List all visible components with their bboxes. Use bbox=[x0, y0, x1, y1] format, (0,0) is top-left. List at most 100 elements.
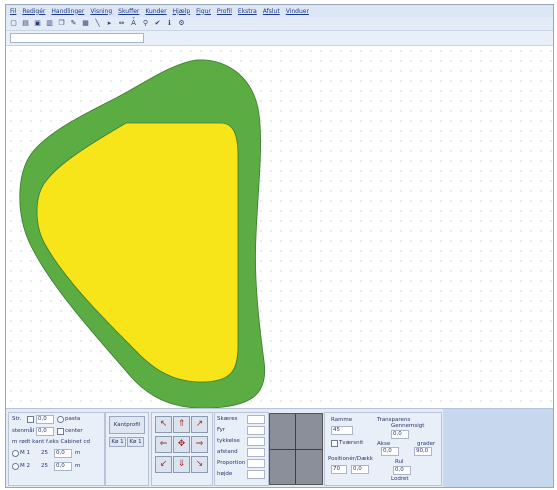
r2-unit: m bbox=[75, 463, 81, 469]
radius-field[interactable]: 0,0 bbox=[36, 427, 54, 436]
menu-item-kunder[interactable]: Kunder bbox=[145, 8, 166, 15]
prop-field-5[interactable] bbox=[247, 459, 265, 468]
toolbar: ▢ ▤ ▣ ▥ ❐ ✎ ▦ ╲ ▸ ⇔ Ǡ ⚲ ✔ ℹ ⚙ bbox=[6, 17, 553, 31]
nudge-down-left-icon[interactable]: ↙ bbox=[155, 456, 172, 473]
menu-bar: Fil Redigér Handlinger Visning Skuffer K… bbox=[6, 5, 553, 17]
frame-group: Ramme 45 Transparens Gennemsigt 0,0 Akse… bbox=[324, 412, 442, 486]
prop-label-6: højde bbox=[217, 471, 233, 477]
size-checkbox[interactable] bbox=[27, 416, 34, 423]
check-icon[interactable]: ✔ bbox=[153, 19, 162, 28]
center-label: center bbox=[65, 428, 83, 434]
canvas-svg bbox=[6, 46, 553, 408]
prop-label-3: tykkelse bbox=[217, 438, 240, 444]
menu-item-ekstra[interactable]: Ekstra bbox=[238, 8, 257, 15]
paste-radio[interactable] bbox=[57, 416, 64, 423]
radius-label: stenmål bbox=[12, 428, 35, 434]
nudge-down-right-icon[interactable]: ↘ bbox=[191, 456, 208, 473]
menu-item-skuffer[interactable]: Skuffer bbox=[118, 8, 139, 15]
text-icon[interactable]: Ǡ bbox=[129, 19, 138, 28]
frame-label: Ramme bbox=[331, 417, 353, 423]
roll-label: Rul bbox=[395, 459, 404, 465]
nudge-down-icon[interactable]: ⇓ bbox=[173, 456, 190, 473]
new-icon[interactable]: ▢ bbox=[9, 19, 18, 28]
r1-label: M 1 bbox=[20, 450, 30, 456]
menu-item-visning[interactable]: Visning bbox=[90, 8, 112, 15]
drawing-canvas[interactable] bbox=[6, 46, 553, 408]
menu-item-rediger[interactable]: Redigér bbox=[22, 8, 45, 15]
move-icon[interactable]: ✥ bbox=[173, 436, 190, 453]
transparency-sub: Gennemsigt bbox=[391, 423, 425, 429]
path-input[interactable] bbox=[10, 33, 144, 43]
app-window: Fil Redigér Handlinger Visning Skuffer K… bbox=[5, 4, 554, 488]
copy-icon[interactable]: ❐ bbox=[57, 19, 66, 28]
menu-item-handlinger[interactable]: Handlinger bbox=[51, 8, 84, 15]
info-icon[interactable]: ℹ bbox=[165, 19, 174, 28]
center-checkbox[interactable] bbox=[57, 428, 64, 435]
save-icon[interactable]: ▣ bbox=[33, 19, 42, 28]
nudge-right-icon[interactable]: ⇒ bbox=[191, 436, 208, 453]
prop-label-5: Proportion bbox=[217, 460, 246, 466]
nudge-up-icon[interactable]: ⇑ bbox=[173, 416, 190, 433]
pencil-icon[interactable]: ✎ bbox=[69, 19, 78, 28]
r2-radio[interactable] bbox=[12, 463, 19, 470]
paste-label: pasta bbox=[65, 416, 81, 422]
size-group: Str. 0,0 pasta stenmål 0,0 center m rødt… bbox=[8, 412, 105, 486]
crosssection-label: Tværsnit bbox=[339, 440, 364, 446]
prop-label-1: Skæres bbox=[217, 416, 238, 422]
prop-field-3[interactable] bbox=[247, 437, 265, 446]
arrow-icon[interactable]: ▸ bbox=[105, 19, 114, 28]
transparency-field[interactable]: 0,0 bbox=[391, 430, 409, 439]
queue-left-button[interactable]: Kø 1 bbox=[109, 437, 126, 447]
menu-item-afslut[interactable]: Afslut bbox=[263, 8, 280, 15]
open-icon[interactable]: ▤ bbox=[21, 19, 30, 28]
r2-label: M 2 bbox=[20, 463, 30, 469]
prop-field-6[interactable] bbox=[247, 470, 265, 479]
nudge-up-right-icon[interactable]: ↗ bbox=[191, 416, 208, 433]
menu-item-profil[interactable]: Profil bbox=[217, 8, 232, 15]
settings-icon[interactable]: ⚙ bbox=[177, 19, 186, 28]
crosssection-checkbox[interactable] bbox=[331, 440, 338, 447]
bottom-panel: Str. 0,0 pasta stenmål 0,0 center m rødt… bbox=[6, 408, 553, 487]
right-blank-panel bbox=[443, 409, 553, 487]
prop-field-1[interactable] bbox=[247, 415, 265, 424]
position-label: Positionér/Dækk bbox=[328, 456, 373, 462]
position-field-2[interactable]: 0,0 bbox=[351, 465, 369, 474]
edge-group: Kantprofil Kø 1 Kø 1 bbox=[105, 412, 149, 486]
menu-item-fil[interactable]: Fil bbox=[10, 8, 16, 15]
position-field-1[interactable]: 70 bbox=[331, 465, 347, 474]
queue-right-button[interactable]: Kø 1 bbox=[127, 437, 144, 447]
prop-field-4[interactable] bbox=[247, 448, 265, 457]
properties-group: Skæres Fyr tykkelse afstand Proportion h… bbox=[214, 412, 269, 486]
zoom-icon[interactable]: ⚲ bbox=[141, 19, 150, 28]
r1-value: 25 bbox=[41, 450, 48, 456]
roll-field[interactable]: 0,0 bbox=[393, 466, 411, 475]
axis-field[interactable]: 0,0 bbox=[381, 447, 399, 456]
r2-value: 25 bbox=[41, 463, 48, 469]
menu-item-hjaelp[interactable]: Hjælp bbox=[173, 8, 191, 15]
r1-unit: m bbox=[75, 450, 81, 456]
menu-item-vinduer[interactable]: Vinduer bbox=[286, 8, 309, 15]
nudge-tools-group: ↖ ⇑ ↗ ⇐ ✥ ⇒ ↙ ⇓ ↘ bbox=[151, 412, 213, 486]
r2-field[interactable]: 0,0 bbox=[54, 462, 72, 471]
nudge-up-left-icon[interactable]: ↖ bbox=[155, 416, 172, 433]
profile-preview bbox=[269, 413, 323, 485]
address-bar bbox=[6, 31, 553, 46]
grid-icon[interactable]: ▦ bbox=[81, 19, 90, 28]
relief-label: m rødt kant f.eks Cabinet cd bbox=[12, 439, 90, 445]
edge-profile-button[interactable]: Kantprofil bbox=[109, 416, 145, 434]
degrees-field[interactable]: 90,0 bbox=[414, 447, 432, 456]
position-hint: Lodret bbox=[391, 476, 409, 482]
prop-label-4: afstand bbox=[217, 449, 238, 455]
r1-radio[interactable] bbox=[12, 450, 19, 457]
frame-field[interactable]: 45 bbox=[331, 426, 353, 435]
r1-field[interactable]: 0,0 bbox=[54, 449, 72, 458]
menu-item-figur[interactable]: Figur bbox=[196, 8, 211, 15]
prop-label-2: Fyr bbox=[217, 427, 226, 433]
size-field[interactable]: 0,0 bbox=[36, 415, 54, 424]
line-icon[interactable]: ╲ bbox=[93, 19, 102, 28]
preview-crosshair-h bbox=[270, 449, 322, 450]
prop-field-2[interactable] bbox=[247, 426, 265, 435]
print-icon[interactable]: ▥ bbox=[45, 19, 54, 28]
nudge-left-icon[interactable]: ⇐ bbox=[155, 436, 172, 453]
measure-icon[interactable]: ⇔ bbox=[117, 19, 126, 28]
